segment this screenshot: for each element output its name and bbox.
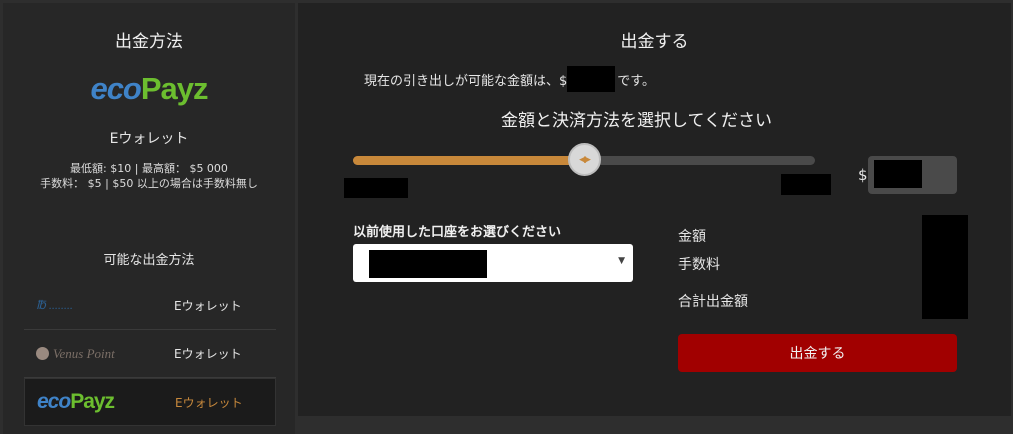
redacted-amount-input bbox=[874, 160, 922, 188]
method-panel-title: 出金方法 bbox=[115, 32, 183, 52]
ecopayz-small-logo: ecoPayz bbox=[37, 390, 115, 413]
available-methods-title: 可能な出金方法 bbox=[103, 253, 195, 268]
method-option-venus-point[interactable]: Venus Point Eウォレット bbox=[24, 330, 276, 378]
withdraw-button[interactable]: 出金する bbox=[678, 334, 957, 372]
method-option-1[interactable]: ℔ ........ Eウォレット bbox=[24, 282, 276, 330]
amount-input[interactable] bbox=[868, 156, 957, 194]
redacted-slider-min bbox=[344, 178, 408, 198]
venus-point-logo: Venus Point bbox=[36, 330, 115, 377]
available-amount-suffix: です。 bbox=[617, 73, 655, 89]
withdraw-title: 出金する bbox=[620, 32, 689, 52]
currency-symbol: $ bbox=[858, 166, 868, 184]
account-select[interactable]: ▼ bbox=[353, 244, 633, 282]
available-amount-prefix: 現在の引き出しが可能な金額は、$ bbox=[364, 73, 568, 89]
amount-slider-fill bbox=[353, 156, 584, 165]
method-label-1: Eウォレット bbox=[174, 299, 242, 313]
chevron-down-icon: ▼ bbox=[618, 256, 625, 266]
method-limits: 最低額: $10 | 最高額： $5 000 手数料： $5 | $50 以上の… bbox=[3, 161, 295, 191]
available-amount-line: 現在の引き出しが可能な金額は、$ です。 bbox=[364, 66, 655, 92]
redacted-amount bbox=[567, 66, 616, 92]
redacted-account bbox=[369, 250, 487, 278]
method-option-ecopayz[interactable]: ecoPayz Eウォレット bbox=[24, 378, 276, 426]
limits-min-max: 最低額: $10 | 最高額： $5 000 bbox=[70, 162, 228, 175]
redacted-summary-values bbox=[922, 215, 968, 319]
method-label-2: Eウォレット bbox=[174, 347, 242, 361]
account-select-title: 以前使用した口座をお選びください bbox=[353, 225, 562, 240]
ecopayz-logo: ecoPayz bbox=[90, 71, 208, 106]
withdraw-panel: 出金する 現在の引き出しが可能な金額は、$ です。 金額と決済方法を選択してくだ… bbox=[298, 3, 1011, 416]
venus-point-icon bbox=[36, 347, 49, 360]
redacted-slider-max bbox=[781, 174, 831, 195]
method-logo-1: ℔ ........ bbox=[36, 298, 73, 312]
summary-total-label: 合計出金額 bbox=[678, 294, 748, 310]
method-label-3: Eウォレット bbox=[175, 395, 243, 410]
summary-fee-label: 手数料 bbox=[678, 257, 720, 273]
method-type-label: Eウォレット bbox=[109, 131, 189, 147]
summary-amount-label: 金額 bbox=[678, 229, 706, 245]
withdrawal-method-panel: 出金方法 ecoPayz Eウォレット 最低額: $10 | 最高額： $5 0… bbox=[3, 3, 295, 434]
amount-slider-handle[interactable]: ◀▶ bbox=[567, 143, 601, 176]
select-amount-title: 金額と決済方法を選択してください bbox=[501, 111, 772, 131]
limits-fee: 手数料： $5 | $50 以上の場合は手数料無し bbox=[40, 177, 258, 190]
